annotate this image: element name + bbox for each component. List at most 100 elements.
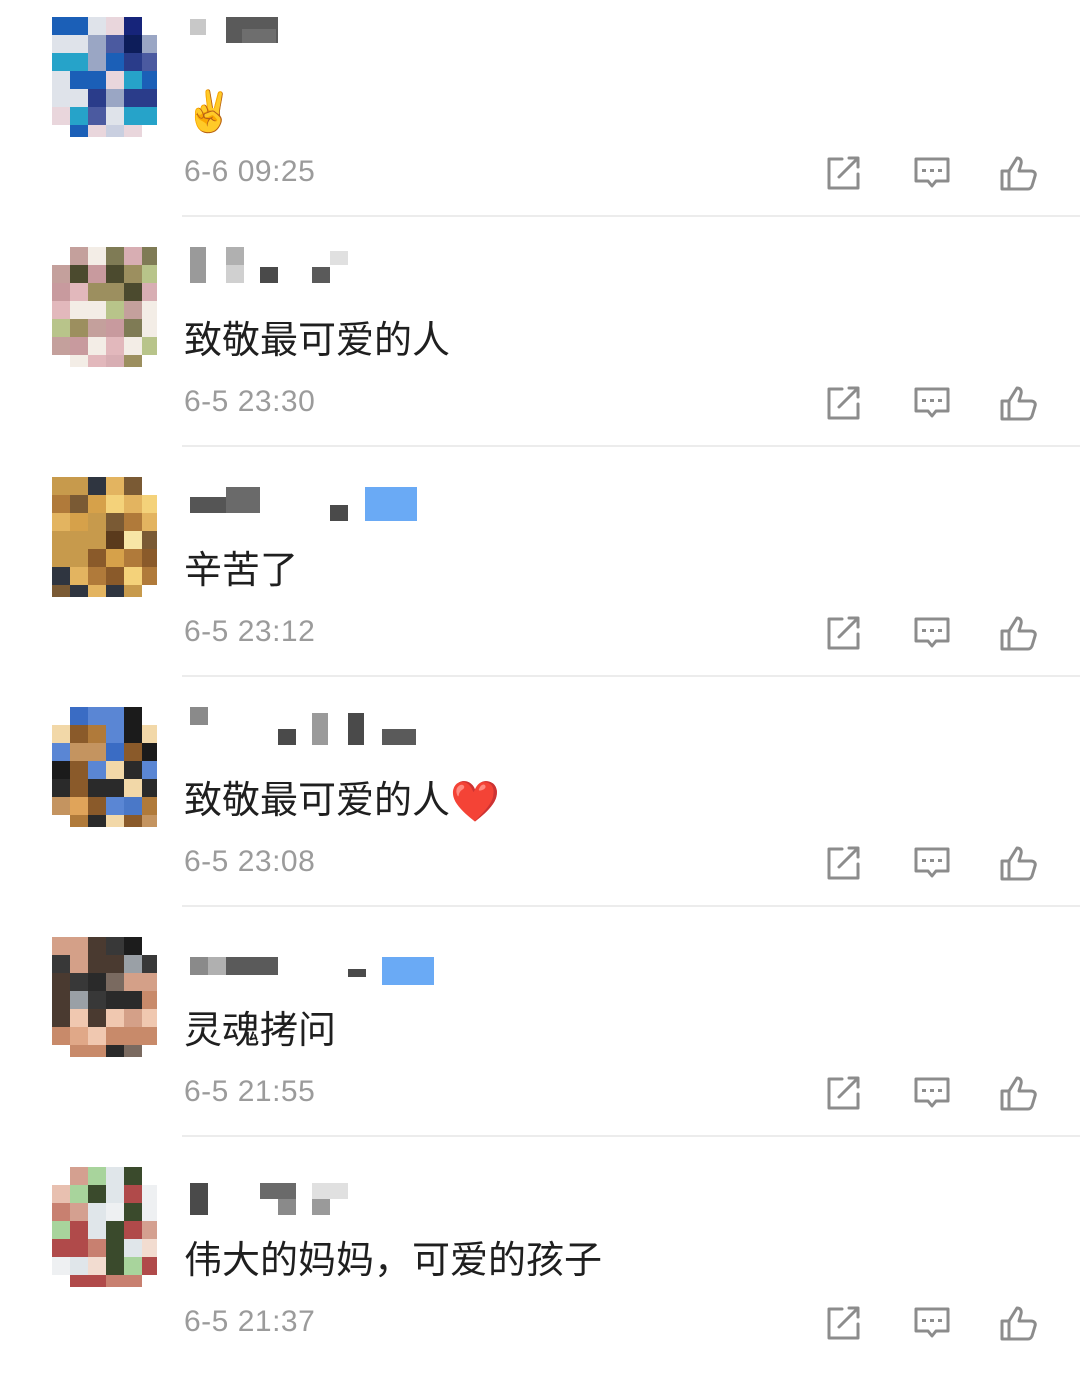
avatar-pixel [88, 355, 106, 367]
username-blur-block [348, 969, 366, 977]
username-blurred[interactable] [190, 937, 450, 985]
avatar-pixel [88, 585, 106, 597]
reply-button[interactable] [911, 382, 953, 424]
avatar-pixel [124, 283, 142, 301]
avatar-pixel [88, 567, 106, 585]
avatar-pixel [52, 71, 70, 89]
avatar-pixel [124, 549, 142, 567]
repost-button[interactable] [822, 1072, 864, 1114]
comment-icon [911, 1072, 953, 1114]
avatar-pixel [88, 495, 106, 513]
avatar-pixel [70, 761, 88, 779]
repost-icon [822, 842, 864, 884]
avatar-pixel [52, 1239, 70, 1257]
repost-button[interactable] [822, 382, 864, 424]
like-button[interactable] [998, 612, 1040, 654]
avatar-pixel [88, 743, 106, 761]
avatar-pixel [106, 301, 124, 319]
avatar-pixel [106, 973, 124, 991]
avatar-pixel [124, 815, 142, 827]
like-button[interactable] [998, 382, 1040, 424]
avatar-pixel [106, 53, 124, 71]
thumbs-up-icon [998, 382, 1040, 424]
avatar-pixel [52, 549, 70, 567]
avatar-pixel [142, 797, 157, 815]
avatar[interactable] [52, 17, 157, 137]
avatar-pixel [124, 1239, 142, 1257]
avatar-pixel [52, 89, 70, 107]
reply-button[interactable] [911, 842, 953, 884]
reply-button[interactable] [911, 152, 953, 194]
username-blurred[interactable] [190, 1167, 450, 1215]
repost-button[interactable] [822, 842, 864, 884]
avatar-pixel [142, 549, 157, 567]
username-blurred[interactable] [190, 707, 450, 747]
avatar-pixel [88, 779, 106, 797]
avatar-pixel [52, 725, 70, 743]
avatar-pixel [124, 1275, 142, 1287]
avatar-pixel [124, 477, 142, 495]
avatar-pixel [124, 937, 142, 955]
avatar-pixel [88, 35, 106, 53]
thumbs-up-icon [998, 1302, 1040, 1344]
avatar[interactable] [52, 1167, 157, 1287]
comment-feed: ✌️ 6-6 09:25 致敬最可爱的人 6-5 23:30 辛苦了 6-5 2… [0, 0, 1080, 1359]
avatar-pixel [142, 513, 157, 531]
comment-body: 致敬最可爱的人 [184, 778, 451, 822]
avatar-pixel [52, 53, 70, 71]
avatar[interactable] [52, 477, 157, 597]
avatar-pixel [124, 125, 142, 137]
avatar-pixel [124, 89, 142, 107]
avatar-pixel [124, 955, 142, 973]
avatar-pixel [70, 1239, 88, 1257]
avatar-pixel [88, 53, 106, 71]
avatar-pixel [52, 585, 70, 597]
username-blur-block [190, 247, 206, 283]
username-blurred[interactable] [190, 247, 450, 287]
username-blur-block [226, 265, 244, 283]
avatar-pixel [124, 355, 142, 367]
avatar-pixel [88, 725, 106, 743]
avatar-pixel [142, 1203, 157, 1221]
like-button[interactable] [998, 1302, 1040, 1344]
like-button[interactable] [998, 1072, 1040, 1114]
repost-button[interactable] [822, 612, 864, 654]
comment-item: 致敬最可爱的人❤️ 6-5 23:08 [0, 690, 1080, 920]
avatar[interactable] [52, 937, 157, 1057]
avatar-pixel [124, 495, 142, 513]
red-heart-emoji: ❤️ [450, 779, 500, 825]
avatar-pixel [88, 107, 106, 125]
repost-button[interactable] [822, 152, 864, 194]
comment-icon [911, 1302, 953, 1344]
avatar-pixel [88, 761, 106, 779]
avatar-pixel [88, 247, 106, 265]
avatar-pixel [106, 17, 124, 35]
avatar-pixel [88, 1167, 106, 1185]
avatar-pixel [70, 71, 88, 89]
username-blur-block [348, 713, 364, 745]
like-button[interactable] [998, 152, 1040, 194]
username-blurred[interactable] [190, 17, 450, 57]
username-blur-block [260, 267, 278, 283]
avatar[interactable] [52, 247, 157, 367]
repost-icon [822, 1302, 864, 1344]
username-blur-block [190, 707, 208, 725]
comment-item: 灵魂拷问 6-5 21:55 [0, 920, 1080, 1150]
reply-button[interactable] [911, 1072, 953, 1114]
avatar-pixel [124, 707, 142, 725]
avatar-pixel [88, 815, 106, 827]
thumbs-up-icon [998, 842, 1040, 884]
avatar-pixel [70, 265, 88, 283]
username-blurred[interactable] [190, 477, 450, 521]
avatar-pixel [88, 477, 106, 495]
repost-button[interactable] [822, 1302, 864, 1344]
like-button[interactable] [998, 842, 1040, 884]
avatar[interactable] [52, 707, 157, 827]
reply-button[interactable] [911, 1302, 953, 1344]
comment-body: 伟大的妈妈，可爱的孩子 [184, 1238, 603, 1282]
avatar-pixel [70, 337, 88, 355]
reply-button[interactable] [911, 612, 953, 654]
avatar-pixel [88, 319, 106, 337]
repost-icon [822, 382, 864, 424]
thumbs-up-icon [998, 612, 1040, 654]
